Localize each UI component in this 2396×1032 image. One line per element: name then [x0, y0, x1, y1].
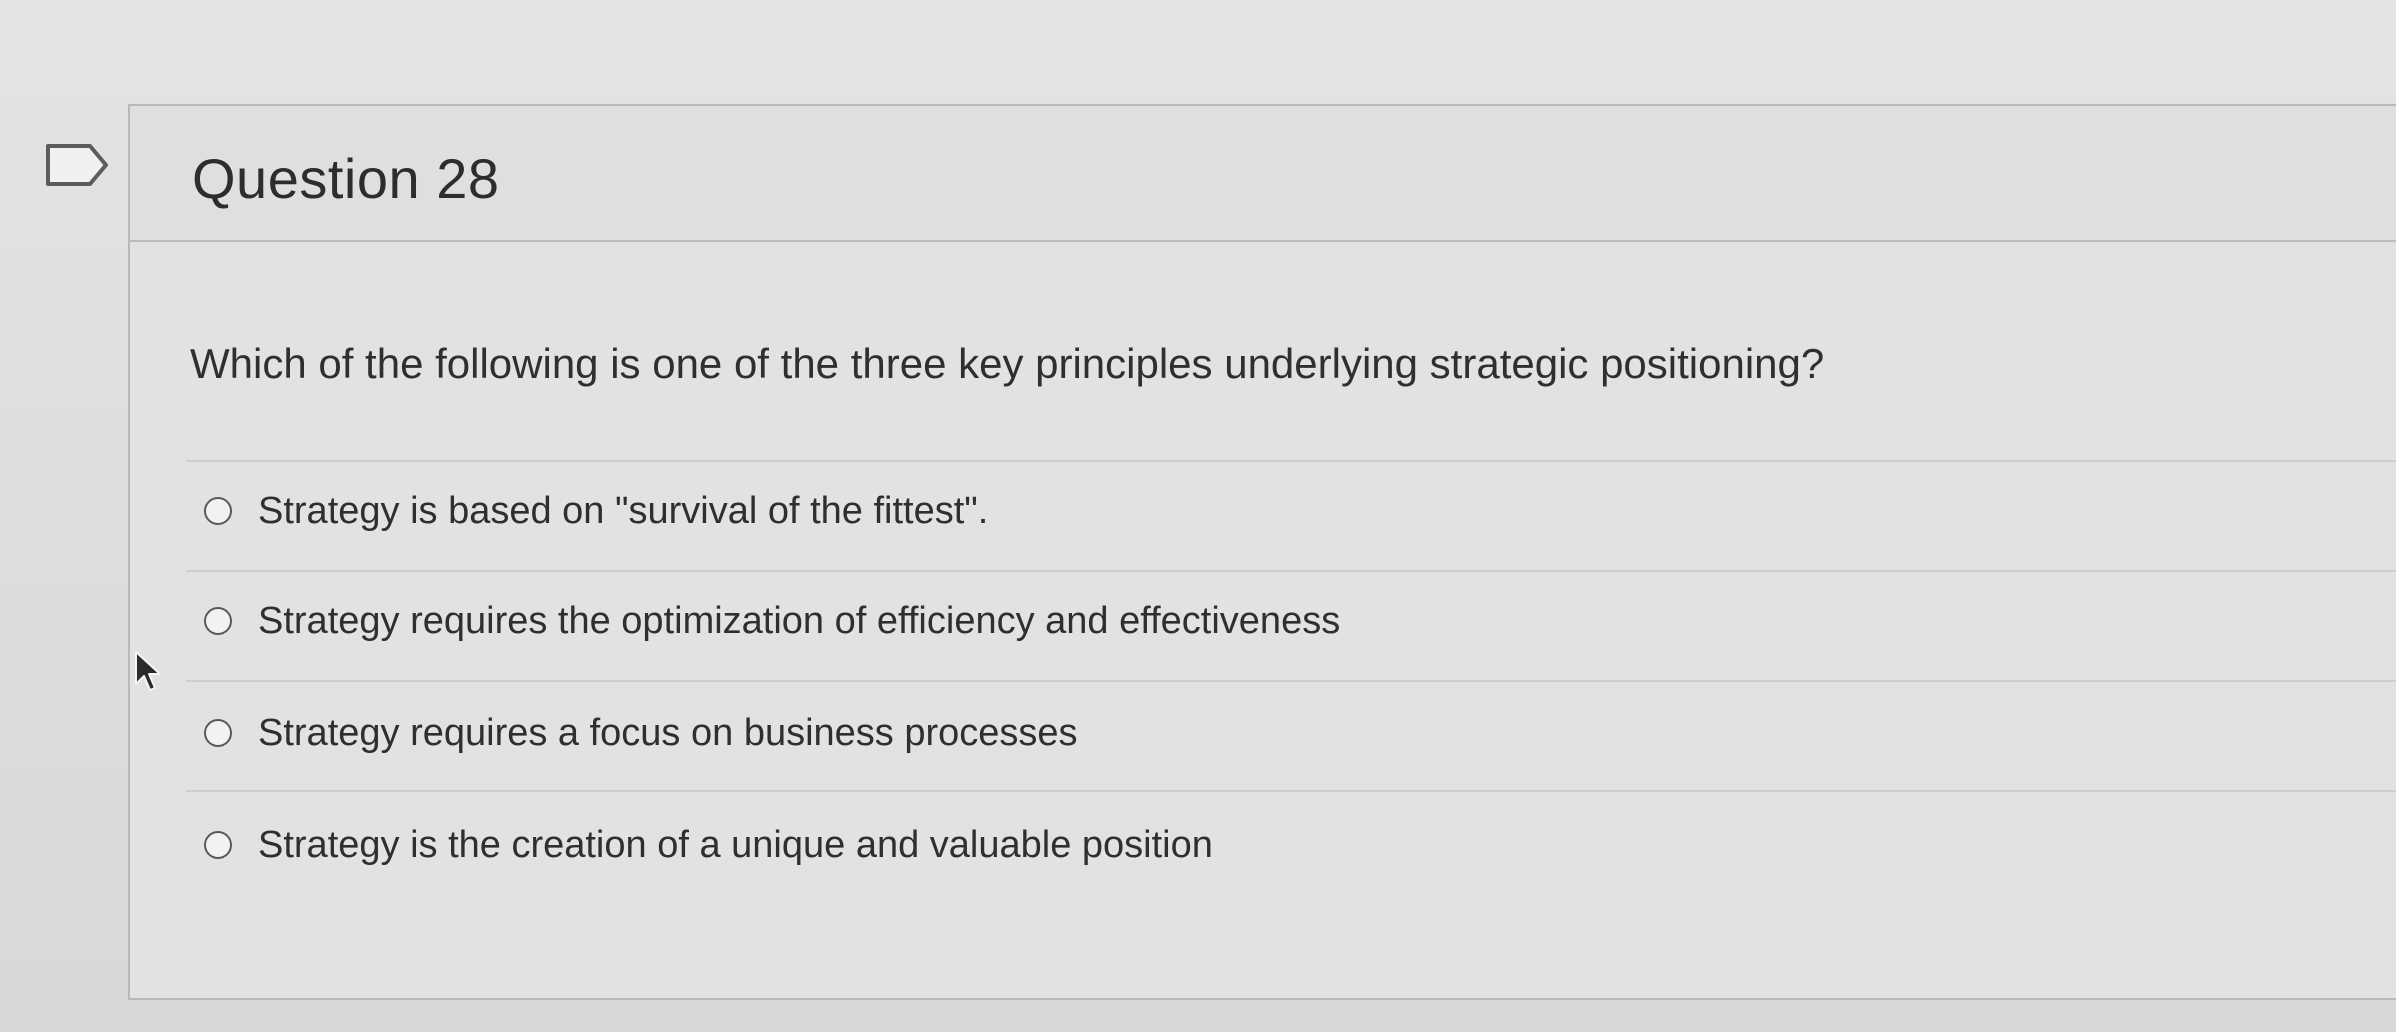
answer-option-1[interactable]: Strategy is based on "survival of the fi… [204, 478, 988, 544]
divider [186, 680, 2396, 682]
divider [186, 570, 2396, 572]
answer-option-4[interactable]: Strategy is the creation of a unique and… [204, 812, 1213, 878]
flag-question-icon[interactable] [44, 140, 112, 190]
question-title: Question 28 [192, 147, 500, 210]
answer-label: Strategy is the creation of a unique and… [258, 823, 1213, 866]
answer-option-2[interactable]: Strategy requires the optimization of ef… [204, 588, 1340, 654]
divider [186, 790, 2396, 792]
question-text: Which of the following is one of the thr… [190, 340, 1825, 387]
divider [186, 460, 2396, 462]
answer-label: Strategy is based on "survival of the fi… [258, 489, 989, 532]
question-body: Which of the following is one of the thr… [130, 242, 2396, 1000]
radio-button-icon[interactable] [204, 607, 232, 635]
answer-label: Strategy requires a focus on business pr… [258, 711, 1078, 754]
question-card: Question 28 Which of the following is on… [128, 104, 2396, 1000]
answer-option-3[interactable]: Strategy requires a focus on business pr… [204, 700, 1078, 766]
radio-button-icon[interactable] [204, 831, 232, 859]
quiz-page: Question 28 Which of the following is on… [0, 0, 2396, 1032]
radio-button-icon[interactable] [204, 497, 232, 525]
answer-label: Strategy requires the optimization of ef… [258, 599, 1341, 642]
question-header: Question 28 [130, 106, 2396, 242]
radio-button-icon[interactable] [204, 719, 232, 747]
mouse-cursor-icon [135, 651, 161, 691]
